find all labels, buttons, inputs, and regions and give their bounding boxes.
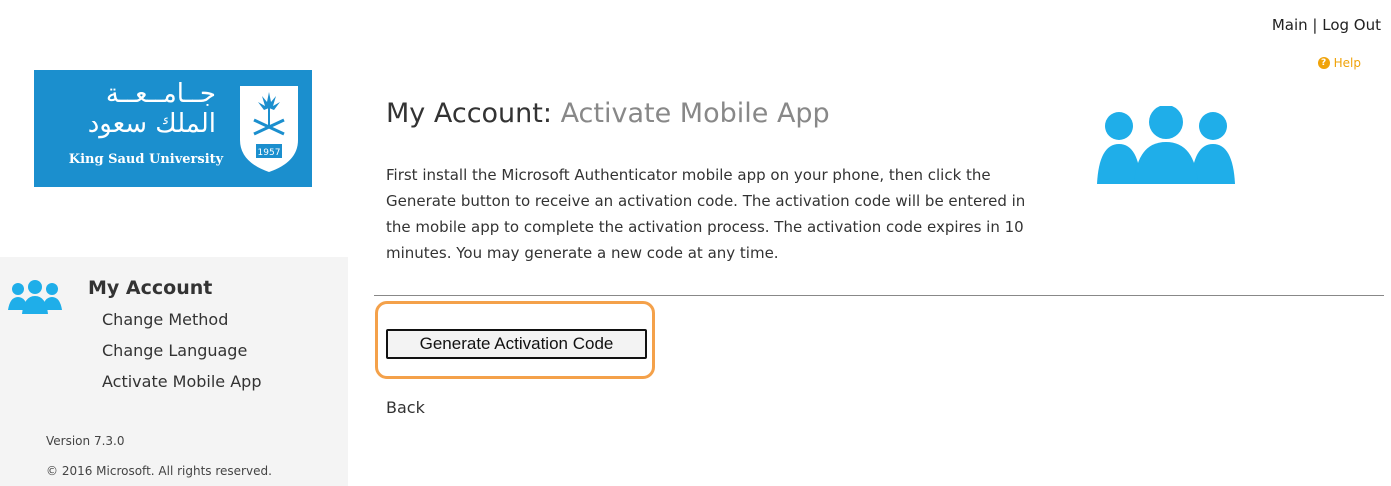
instructions-text: First install the Microsoft Authenticato… <box>386 166 1026 262</box>
link-separator: | <box>1307 16 1323 34</box>
sidebar-item-activate-mobile-app[interactable]: Activate Mobile App <box>102 372 261 391</box>
back-link[interactable]: Back <box>386 398 425 417</box>
page-title-subtitle: Activate Mobile App <box>560 98 830 129</box>
users-icon <box>8 280 62 314</box>
seal-year: 1957 <box>258 148 281 158</box>
logo-english-name: King Saud University <box>68 152 224 167</box>
page-title: My Account: Activate Mobile App <box>386 98 830 129</box>
help-link[interactable]: ? Help <box>1317 56 1361 70</box>
version-text: Version 7.3.0 <box>46 434 125 448</box>
logo-arabic-line2: الملك سعود <box>87 109 216 139</box>
top-links: Main | Log Out <box>1272 16 1381 34</box>
logo-arabic-line1: جــامــعــة <box>105 79 216 109</box>
page-title-prefix: My Account: <box>386 98 561 129</box>
help-label: Help <box>1333 56 1361 70</box>
university-logo: جــامــعــة الملك سعود King Saud Univers… <box>34 70 312 187</box>
university-seal-icon: 1957 <box>240 86 298 172</box>
sidebar-item-change-language[interactable]: Change Language <box>102 341 247 360</box>
content-divider <box>374 295 1384 296</box>
sidebar-title: My Account <box>88 277 213 299</box>
logout-link[interactable]: Log Out <box>1322 16 1381 34</box>
question-circle-icon: ? <box>1317 57 1330 69</box>
users-icon-large <box>1097 106 1235 184</box>
sidebar-item-change-method[interactable]: Change Method <box>102 310 228 329</box>
main-link[interactable]: Main <box>1272 16 1308 34</box>
generate-activation-code-button[interactable]: Generate Activation Code <box>386 329 647 359</box>
copyright-text: © 2016 Microsoft. All rights reserved. <box>46 464 272 478</box>
